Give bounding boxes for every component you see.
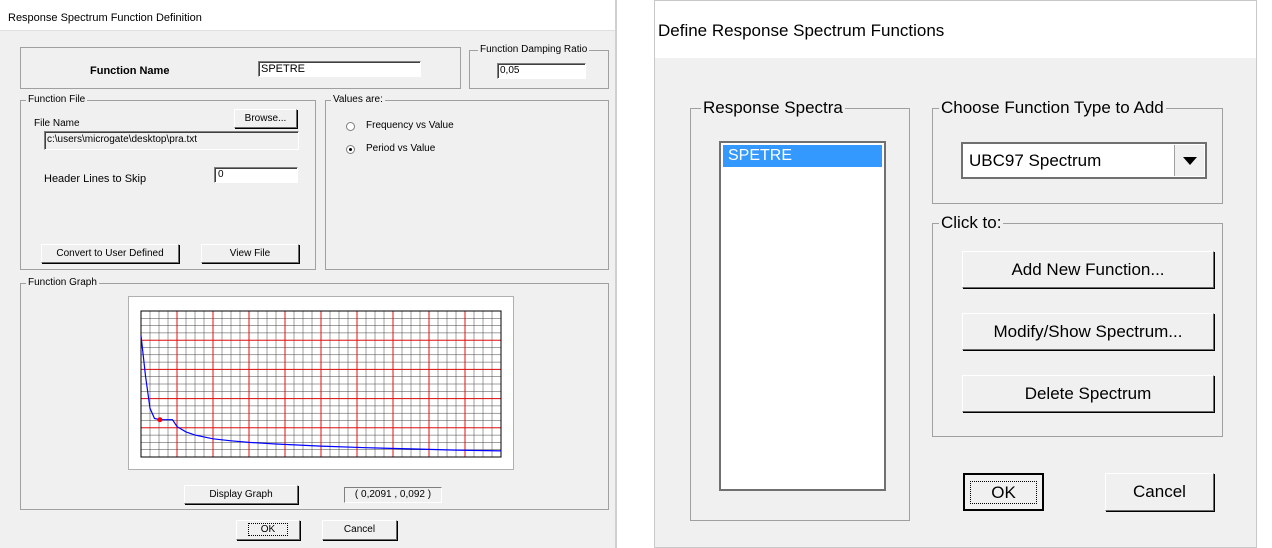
spectra-list-item[interactable]: SPETRE [723, 145, 882, 167]
frequency-radio-button[interactable] [346, 122, 355, 131]
right-cancel-button[interactable]: Cancel [1105, 473, 1214, 511]
dropdown-arrow-button[interactable] [1174, 145, 1204, 176]
period-radio-label: Period vs Value [366, 143, 436, 154]
header-lines-label: Header Lines to Skip [44, 173, 147, 185]
frequency-radio-label: Frequency vs Value [366, 120, 454, 131]
frequency-radio-option[interactable]: Frequency vs Value [346, 120, 506, 134]
response-spectra-group: Response Spectra SPETRE [690, 98, 910, 521]
function-graph-legend: Function Graph [26, 277, 99, 288]
left-ok-button[interactable]: OK [236, 520, 300, 540]
dialog-title-bar: Response Spectrum Function Definition [0, 0, 615, 31]
function-type-group: Choose Function Type to Add UBC97 Spectr… [932, 98, 1223, 204]
dialog-title: Define Response Spectrum Functions [658, 21, 945, 40]
values-are-legend: Values are: [331, 94, 385, 105]
period-radio-button[interactable] [346, 145, 355, 154]
dialog-title: Response Spectrum Function Definition [8, 12, 202, 24]
response-spectra-legend: Response Spectra [701, 98, 845, 118]
function-file-group: Function File File Name Browse... c:\use… [20, 94, 316, 270]
graph-panel [128, 296, 514, 470]
delete-spectrum-button[interactable]: Delete Spectrum [962, 375, 1214, 412]
response-spectrum-function-definition-dialog: Response Spectrum Function Definition Fu… [0, 0, 617, 548]
spectrum-chart [140, 310, 502, 458]
convert-to-user-defined-button[interactable]: Convert to User Defined [41, 244, 179, 263]
define-response-spectrum-functions-dialog: Define Response Spectrum Functions Respo… [654, 0, 1257, 548]
modify-show-spectrum-button[interactable]: Modify/Show Spectrum... [962, 313, 1214, 350]
click-to-group: Click to: Add New Function... Modify/Sho… [932, 213, 1223, 437]
header-lines-input[interactable]: 0 [214, 167, 298, 183]
file-name-label: File Name [34, 118, 80, 129]
dialog-title-bar: Define Response Spectrum Functions [655, 1, 1256, 58]
function-name-group: Function Name SPETRE [20, 47, 461, 89]
coordinate-readout: ( 0,2091 , 0,092 ) [344, 487, 442, 503]
damping-ratio-legend: Function Damping Ratio [478, 44, 590, 55]
view-file-button[interactable]: View File [201, 244, 299, 263]
function-name-label: Function Name [90, 65, 170, 77]
browse-button[interactable]: Browse... [234, 109, 297, 128]
right-ok-button[interactable]: OK [963, 473, 1044, 511]
click-to-legend: Click to: [939, 213, 1004, 233]
cursor-marker [157, 417, 163, 423]
left-cancel-button[interactable]: Cancel [322, 520, 397, 540]
function-file-legend: Function File [26, 94, 88, 105]
function-type-legend: Choose Function Type to Add [939, 98, 1166, 118]
spectra-listbox[interactable]: SPETRE [719, 141, 886, 491]
damping-ratio-group: Function Damping Ratio 0,05 [469, 44, 609, 89]
function-name-input[interactable]: SPETRE [258, 61, 421, 77]
values-are-group: Values are: Frequency vs Value Period vs… [325, 94, 609, 270]
add-new-function-button[interactable]: Add New Function... [962, 251, 1214, 288]
damping-ratio-input[interactable]: 0,05 [497, 63, 586, 79]
period-radio-option[interactable]: Period vs Value [346, 143, 506, 157]
chevron-down-icon [1183, 157, 1197, 165]
function-graph-group: Function Graph Display Graph ( 0,2091 , … [20, 277, 609, 510]
display-graph-button[interactable]: Display Graph [184, 485, 298, 504]
function-type-dropdown[interactable]: UBC97 Spectrum [961, 142, 1207, 179]
file-path-display: c:\users\microgate\desktop\pra.txt [44, 131, 299, 150]
